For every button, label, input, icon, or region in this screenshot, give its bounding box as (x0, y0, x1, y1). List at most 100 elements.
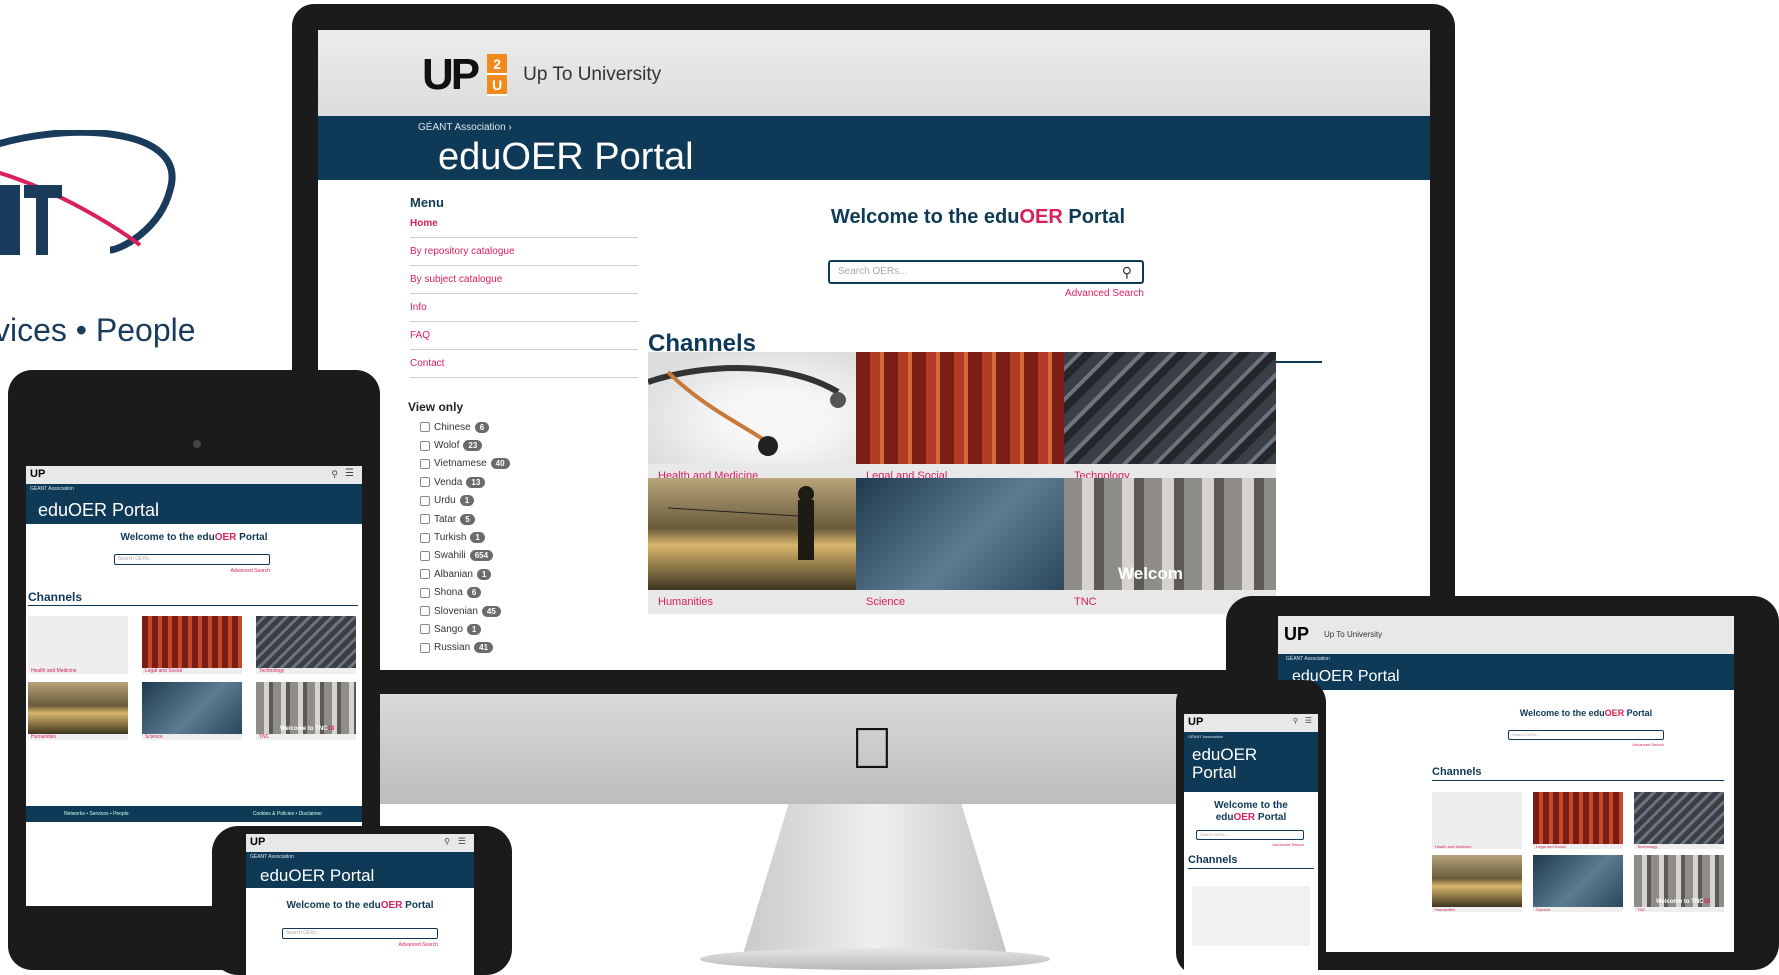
mini-logo[interactable]: UP (250, 836, 265, 848)
mini-breadcrumb[interactable]: GÉANT Association (1188, 734, 1223, 739)
channel-label[interactable]: Health and Medicine (28, 668, 128, 674)
language-filter[interactable]: Chinese 6 (420, 418, 580, 436)
menu-item-home[interactable]: Home (410, 210, 638, 238)
footer-links[interactable]: Cookies & Policies • Disclaimer (253, 811, 322, 817)
search-icon[interactable]: ⚲ (1293, 717, 1298, 725)
mini-logo[interactable]: UP (1284, 624, 1309, 645)
mini-advanced-search[interactable]: Advanced Search (1244, 842, 1304, 847)
checkbox[interactable] (420, 458, 430, 469)
channel-label[interactable]: TNC (1634, 907, 1724, 912)
language-filter[interactable]: Shona 6 (420, 584, 580, 602)
mini-channel-tile[interactable]: Technology (256, 616, 356, 674)
breadcrumb-text[interactable]: GÉANT Association (418, 122, 506, 133)
checkbox[interactable] (420, 569, 430, 580)
checkbox[interactable] (420, 532, 430, 543)
channel-label[interactable]: Humanities (28, 734, 128, 740)
language-filter[interactable]: Swahili 654 (420, 547, 580, 565)
mini-channel-tile[interactable]: Legal and Social (1533, 792, 1623, 849)
mini-channel-tile[interactable]: Welcome to TNC18 TNC (1634, 855, 1724, 912)
channel-tile-humanities[interactable]: Humanities (648, 478, 860, 614)
hamburger-icon[interactable]: ☰ (1305, 716, 1312, 725)
channel-label[interactable]: TNC (256, 734, 356, 740)
language-filter-list: Chinese 6 Wolof 23 Vietnamese 40 Venda 13 Ur… (420, 418, 580, 657)
mini-channel-tile[interactable]: Humanities (1432, 855, 1522, 912)
channel-tile-tnc[interactable]: Welcom TNC (1064, 478, 1276, 614)
channel-label[interactable]: Humanities (648, 590, 860, 614)
language-filter[interactable]: Tatar 5 (420, 510, 580, 528)
channel-label[interactable]: Technology (256, 668, 356, 674)
channel-tile-science[interactable]: Science (856, 478, 1068, 614)
language-filter[interactable]: Sango 1 (420, 620, 580, 638)
mini-page-title: eduOER Portal (1192, 745, 1258, 782)
channel-label[interactable]: Technology (1634, 844, 1724, 849)
up2u-logo[interactable]: UP 2 U Up To University (422, 52, 661, 98)
search-icon[interactable]: ⚲ (444, 837, 450, 846)
mini-breadcrumb[interactable]: GÉANT Association (250, 854, 294, 860)
checkbox[interactable] (420, 624, 430, 635)
language-filter[interactable]: Wolof 23 (420, 436, 580, 454)
mini-search-input[interactable]: Search OERs... (1508, 730, 1664, 740)
mini-channel-tile[interactable]: Humanities (28, 682, 128, 740)
menu-item-repository[interactable]: By repository catalogue (410, 238, 638, 266)
mini-channel-tile[interactable]: Science (142, 682, 242, 740)
search-icon[interactable]: ⚲ (1122, 264, 1132, 281)
channel-tile-technology[interactable]: Technology (1064, 352, 1276, 488)
checkbox[interactable] (420, 514, 430, 525)
language-filter[interactable]: Urdu 1 (420, 492, 580, 510)
mini-channel-tile[interactable]: Legal and Social (142, 616, 242, 674)
mini-search-input[interactable]: Search OERs... (1196, 830, 1304, 840)
mini-breadcrumb[interactable]: GÉANT Association (30, 486, 74, 492)
mini-search-input[interactable]: Search OERs... (114, 554, 270, 565)
channel-label[interactable]: Health and Medicine (1432, 844, 1522, 849)
checkbox[interactable] (420, 642, 430, 653)
channel-label[interactable]: Science (142, 734, 242, 740)
mini-advanced-search[interactable]: Advanced Search (1600, 742, 1664, 747)
count-badge: 1 (459, 495, 475, 507)
channel-tile-legal[interactable]: Legal and Social (856, 352, 1068, 488)
checkbox[interactable] (420, 495, 430, 506)
search-icon[interactable]: ⚲ (331, 469, 338, 480)
mini-advanced-search[interactable]: Advanced Search (206, 568, 270, 574)
checkbox[interactable] (420, 587, 430, 598)
hamburger-icon[interactable]: ☰ (345, 468, 354, 479)
language-filter[interactable]: Vietnamese 40 (420, 455, 580, 473)
stethoscope-image[interactable] (1192, 886, 1310, 946)
mini-channel-tile[interactable]: Health and Medicine (1432, 792, 1522, 849)
mini-search-input[interactable]: Search OERs... (282, 928, 438, 939)
mini-channel-tile[interactable]: Health and Medicine (28, 616, 128, 674)
menu-item-info[interactable]: Info (410, 294, 638, 322)
language-filter[interactable]: Venda 13 (420, 473, 580, 491)
mini-advanced-search[interactable]: Advanced Search (374, 942, 438, 948)
menu-item-contact[interactable]: Contact (410, 350, 638, 378)
mini-breadcrumb[interactable]: GÉANT Association (1286, 656, 1330, 662)
channel-tile-health[interactable]: Health and Medicine (647, 352, 860, 488)
language-filter[interactable]: Turkish 1 (420, 528, 580, 546)
search-input[interactable]: Search OERs... ⚲ (828, 260, 1144, 284)
channel-label[interactable]: Legal and Social (1533, 844, 1623, 849)
checkbox[interactable] (420, 477, 430, 488)
mini-channel-tile[interactable]: Science (1533, 855, 1623, 912)
channel-label[interactable]: Science (856, 590, 1068, 614)
breadcrumb[interactable]: GÉANT Association › (418, 122, 512, 133)
mini-header: UP ⚲ ☰ (26, 466, 362, 484)
checkbox[interactable] (420, 440, 430, 451)
mini-channel-tile[interactable]: Welcome to TNC18 TNC (256, 682, 356, 740)
mini-logo[interactable]: UP (30, 468, 45, 480)
channel-label[interactable]: Science (1533, 907, 1623, 912)
menu-item-subject[interactable]: By subject catalogue (410, 266, 638, 294)
language-filter[interactable]: Slovenian 45 (420, 602, 580, 620)
advanced-search-link[interactable]: Advanced Search (1018, 288, 1144, 299)
menu-item-faq[interactable]: FAQ (410, 322, 638, 350)
hamburger-icon[interactable]: ☰ (458, 836, 466, 847)
mini-channel-tile[interactable]: Technology (1634, 792, 1724, 849)
tnc-overlay-year: 18 (327, 726, 335, 732)
checkbox[interactable] (420, 606, 430, 617)
language-filter[interactable]: Russian 41 (420, 639, 580, 657)
channel-label[interactable]: Legal and Social (142, 668, 242, 674)
channel-label[interactable]: Humanities (1432, 907, 1522, 912)
checkbox[interactable] (420, 422, 430, 433)
checkbox[interactable] (420, 550, 430, 561)
mini-logo[interactable]: UP (1188, 716, 1203, 728)
circuit-board-image (256, 616, 356, 668)
language-filter[interactable]: Albanian 1 (420, 565, 580, 583)
